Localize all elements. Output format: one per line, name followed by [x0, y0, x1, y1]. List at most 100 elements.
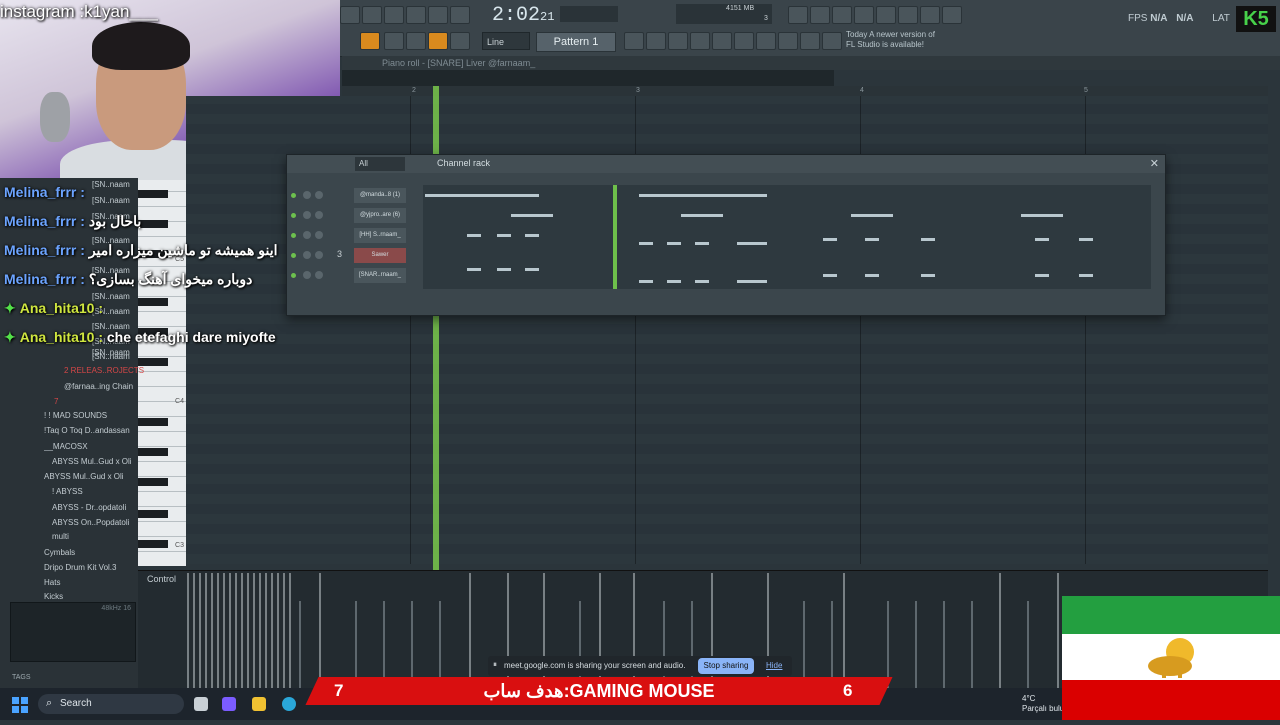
browser-folder[interactable]: Dripo Drum Kit Vol.3 [44, 563, 178, 572]
browser-folder[interactable]: __MACOSX [44, 442, 178, 451]
stop-sharing-button[interactable]: Stop sharing [698, 658, 754, 674]
chat-icon[interactable] [920, 6, 940, 24]
restart-icon[interactable] [788, 6, 808, 24]
song-mode-icon[interactable] [360, 32, 380, 50]
volume-knob[interactable] [315, 211, 323, 219]
wrench-icon[interactable] [800, 32, 820, 50]
volume-knob[interactable] [315, 231, 323, 239]
wave-icon[interactable] [384, 6, 404, 24]
fps-value-2: N/A [1176, 13, 1194, 24]
black-key[interactable] [138, 540, 168, 548]
pan-knob[interactable] [303, 211, 311, 219]
brush-icon[interactable] [406, 32, 426, 50]
menu-icon[interactable] [340, 6, 360, 24]
file-explorer-icon[interactable] [252, 697, 266, 711]
mixer-icon[interactable] [428, 6, 448, 24]
browser-folder[interactable]: ABYSS Mul..Gud x Oli [44, 472, 178, 481]
volume-knob[interactable] [315, 271, 323, 279]
hide-link[interactable]: Hide [766, 661, 782, 670]
chat-text: اینو همیشه تو ماشین میزاره امیر [88, 242, 278, 258]
step-sequencer[interactable] [423, 185, 1151, 289]
snap-select[interactable]: Line [482, 32, 530, 50]
channel-rack-icon[interactable] [690, 32, 710, 50]
weather-widget[interactable]: 4°C Parçalı bulu [1022, 694, 1064, 714]
record-icon[interactable] [450, 6, 470, 24]
playlist-icon[interactable] [624, 32, 644, 50]
browser-folder[interactable]: !Taq O Toq D..andassan [44, 426, 178, 435]
browser-item[interactable]: 7 [54, 397, 188, 406]
teams-icon[interactable] [222, 697, 236, 711]
edge-icon[interactable] [282, 697, 296, 711]
close-icon[interactable]: ✕ [1150, 157, 1159, 170]
browser-folder[interactable]: ABYSS Mul..Gud x Oli [52, 457, 186, 466]
volume-knob[interactable] [315, 251, 323, 259]
browser-item[interactable]: [SN..naam [92, 196, 226, 205]
browser-folder[interactable]: ! ABYSS [52, 487, 186, 496]
browser-item[interactable]: @farnaa..ing Chain [64, 382, 198, 391]
browser-folder[interactable]: Hats [44, 578, 178, 587]
sample-preview[interactable]: 48kHz 16 [10, 602, 136, 662]
pattern-selector[interactable]: Pattern 1 [536, 32, 616, 52]
cut-icon[interactable] [810, 6, 830, 24]
browser-folder[interactable]: Kicks [44, 592, 178, 601]
mute-led[interactable] [291, 253, 296, 258]
pan-knob[interactable] [303, 191, 311, 199]
mute-led[interactable] [291, 213, 296, 218]
browser-item[interactable]: [SN..naam [92, 307, 226, 316]
chat-username: Melina_frrr [4, 242, 77, 258]
pan-knob[interactable] [303, 251, 311, 259]
arrow-icon[interactable] [362, 6, 382, 24]
pan-knob[interactable] [303, 231, 311, 239]
touch-icon[interactable] [756, 32, 776, 50]
piano-roll-title[interactable]: Piano roll - [SNARE] Liver @farnaam_ [342, 56, 1280, 70]
channel-rack-header[interactable] [287, 155, 1165, 173]
save-icon[interactable] [876, 6, 896, 24]
song-time[interactable]: 2:0221 [492, 4, 554, 27]
piano-roll-overview[interactable] [342, 70, 834, 86]
edit-icon[interactable] [406, 6, 426, 24]
volume-knob[interactable] [315, 191, 323, 199]
help-icon[interactable] [854, 6, 874, 24]
browser-icon[interactable] [668, 32, 688, 50]
pianoroll-icon[interactable] [646, 32, 666, 50]
browser-item[interactable]: multi [52, 532, 186, 541]
mixer-track-number[interactable]: 3 [337, 249, 342, 259]
black-key[interactable] [138, 220, 168, 228]
browser-item[interactable]: [SN..naam [92, 352, 226, 361]
browser-folder[interactable]: ! ! MAD SOUNDS [44, 411, 178, 420]
plugin-picker-icon[interactable] [734, 32, 754, 50]
browser-item[interactable]: [SN..naam [92, 292, 226, 301]
browser-folder[interactable]: 2 RELEAS..ROJECTS [64, 366, 198, 375]
taskbar-search[interactable]: Search [38, 694, 184, 714]
windows-start-icon[interactable] [12, 697, 28, 713]
download-icon[interactable] [942, 6, 962, 24]
mute-led[interactable] [291, 273, 296, 278]
play-icon[interactable] [384, 32, 404, 50]
channel-name[interactable]: @yjpro..are (6) [354, 208, 406, 223]
browser-folder[interactable]: ABYSS - Dr..opdatoli [52, 503, 186, 512]
channel-name[interactable]: [HH] S..rnaam_ [354, 228, 406, 243]
channel-name[interactable]: [SNAR..rnaam_ [354, 268, 406, 283]
mute-led[interactable] [291, 193, 296, 198]
browser-folder[interactable]: Cymbals [44, 548, 178, 557]
tags-label[interactable]: TAGS [12, 674, 31, 681]
link-icon[interactable] [428, 32, 448, 50]
mixer-view-icon[interactable] [712, 32, 732, 50]
task-view-icon[interactable] [194, 697, 208, 711]
mic-icon[interactable] [832, 6, 852, 24]
store-icon[interactable] [822, 32, 842, 50]
fps-readout: FPS N/A N/A LAT [1128, 13, 1230, 24]
channel-filter[interactable]: All [355, 157, 405, 171]
channel-name[interactable]: Sawer [354, 248, 406, 263]
browser-folder[interactable]: ABYSS On..Popdatoli [52, 518, 186, 527]
master-volume[interactable] [560, 6, 618, 22]
timeline-ruler[interactable]: 2 3 4 5 [342, 86, 1268, 96]
news-panel[interactable]: Today A newer version of FL Studio is av… [846, 30, 935, 50]
browser-item[interactable]: [SN..naam [92, 180, 226, 189]
mute-led[interactable] [291, 233, 296, 238]
pen-icon[interactable] [778, 32, 798, 50]
channel-name[interactable]: @manda..8 (1) [354, 188, 406, 203]
stamp-icon[interactable] [450, 32, 470, 50]
pan-knob[interactable] [303, 271, 311, 279]
plugin-icon[interactable] [898, 6, 918, 24]
